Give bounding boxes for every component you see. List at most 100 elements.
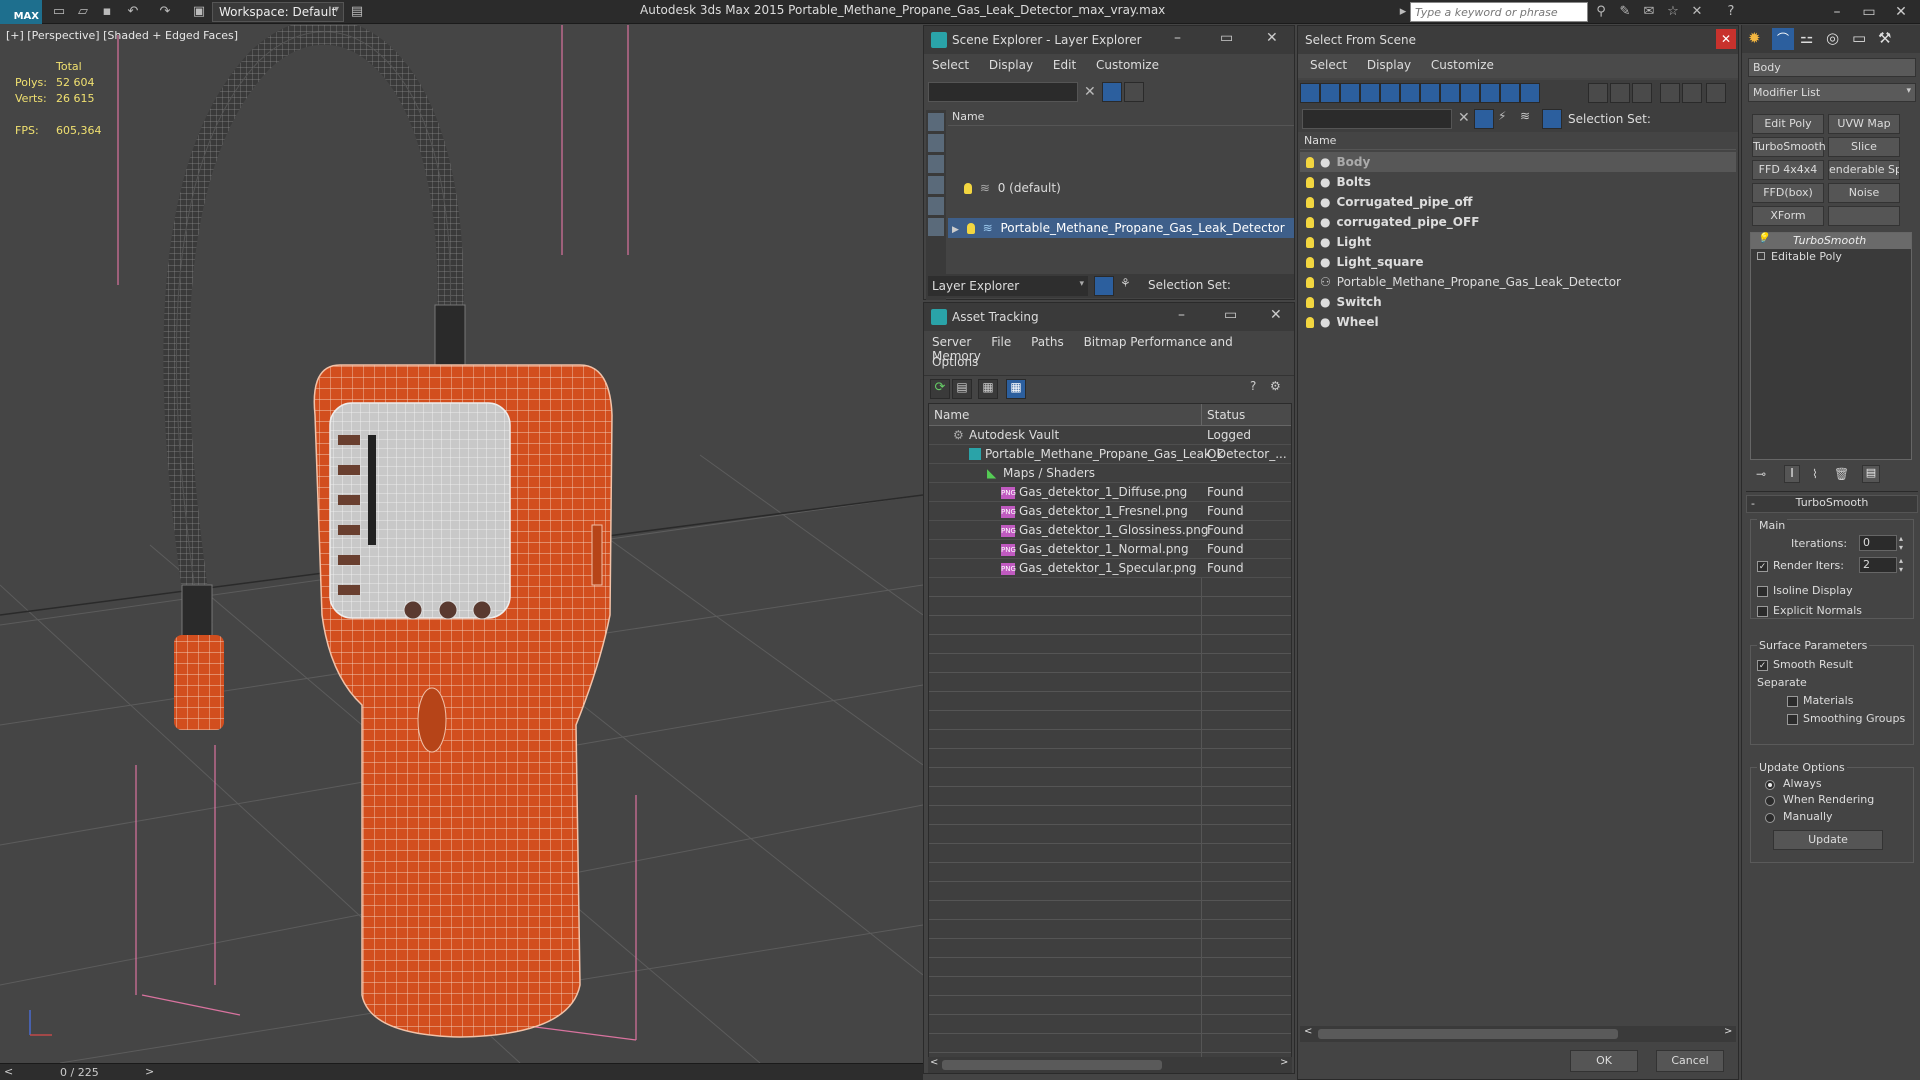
- manually-radio[interactable]: [1765, 813, 1775, 823]
- explorer-column-header[interactable]: Name: [948, 110, 1294, 126]
- asset-hscrollbar[interactable]: < >: [928, 1057, 1292, 1073]
- filter-spacewarps-icon[interactable]: [1400, 83, 1420, 103]
- minimize-icon[interactable]: –: [1178, 307, 1185, 323]
- render-iters-spinner[interactable]: 2: [1859, 557, 1897, 573]
- asset-row[interactable]: PNG Gas_detektor_1_Glossiness.png Found: [929, 521, 1291, 540]
- lightbulb-icon[interactable]: [1306, 177, 1314, 188]
- toolbar-expand-icon[interactable]: ▤: [348, 3, 366, 21]
- collapse-rollout-icon[interactable]: -: [1751, 497, 1755, 510]
- workspace-dropdown[interactable]: Workspace: Default ▾: [212, 2, 344, 22]
- time-next-icon[interactable]: >: [145, 1065, 154, 1078]
- object-row[interactable]: ⚇ Portable_Methane_Propane_Gas_Leak_Detec…: [1300, 272, 1736, 292]
- select-from-scene-titlebar[interactable]: Select From Scene ✕: [1298, 26, 1738, 54]
- project-folder-icon[interactable]: ▣: [190, 3, 208, 21]
- lightbulb-icon[interactable]: [1306, 257, 1314, 268]
- time-prev-icon[interactable]: <: [4, 1065, 13, 1078]
- asset-row[interactable]: PNG Gas_detektor_1_Normal.png Found: [929, 540, 1291, 559]
- when-rendering-radio[interactable]: [1765, 796, 1775, 806]
- menu-edit[interactable]: Edit: [1053, 58, 1076, 72]
- sort-filter-icon[interactable]: [1660, 83, 1680, 103]
- menu-server[interactable]: Server: [932, 335, 971, 349]
- grid-view-icon[interactable]: ▦: [1006, 379, 1026, 399]
- col-status[interactable]: Status: [1207, 408, 1245, 422]
- asset-row[interactable]: PNG Gas_detektor_1_Specular.png Found: [929, 559, 1291, 578]
- filter-geometry-icon[interactable]: [1300, 83, 1320, 103]
- make-unique-icon[interactable]: ⌇: [1812, 467, 1818, 481]
- show-end-result-icon[interactable]: I: [1784, 465, 1800, 483]
- lightbulb-icon[interactable]: [964, 183, 972, 194]
- motion-tab-icon[interactable]: ◎: [1826, 29, 1839, 47]
- display-spacewarps-icon[interactable]: [928, 218, 944, 236]
- subscription-icon[interactable]: ✎: [1616, 3, 1634, 21]
- scroll-right-icon[interactable]: >: [1724, 1026, 1732, 1037]
- maximize-icon[interactable]: ▭: [1224, 307, 1237, 323]
- configure-sets-icon[interactable]: ▤: [1862, 465, 1880, 483]
- filter-bones-icon[interactable]: [1460, 83, 1480, 103]
- find-input[interactable]: [928, 82, 1078, 102]
- isoline-checkbox[interactable]: [1757, 585, 1768, 597]
- menu-paths[interactable]: Paths: [1031, 335, 1064, 349]
- ffd-4x4x4-button[interactable]: FFD 4x4x4: [1752, 160, 1824, 180]
- hierarchy-icon[interactable]: ⚘: [1120, 276, 1131, 290]
- empty-modifier-button[interactable]: [1828, 206, 1900, 226]
- pin-stack-icon[interactable]: ⊸: [1756, 467, 1766, 481]
- maximize-icon[interactable]: ▭: [1220, 30, 1233, 46]
- filter-helpers-icon[interactable]: [1380, 83, 1400, 103]
- layer-stack-icon[interactable]: ≋: [1520, 109, 1530, 123]
- lightbulb-icon[interactable]: [1306, 197, 1314, 208]
- object-row[interactable]: ● corrugated_pipe_OFF: [1300, 212, 1736, 232]
- lightbulb-icon[interactable]: [966, 223, 975, 234]
- filter-hidden-icon[interactable]: [1520, 83, 1540, 103]
- save-icon[interactable]: ▪: [98, 3, 116, 21]
- noise-button[interactable]: Noise: [1828, 183, 1900, 203]
- asset-row[interactable]: Portable_Methane_Propane_Gas_Leak_Detect…: [929, 445, 1291, 464]
- tree-view-icon[interactable]: ▦: [978, 379, 998, 399]
- stack-item-turbosmooth[interactable]: 💡 TurboSmooth: [1751, 233, 1911, 249]
- scroll-thumb[interactable]: [942, 1060, 1162, 1070]
- menu-options[interactable]: Options: [932, 355, 978, 369]
- lightbulb-icon[interactable]: [1306, 157, 1314, 168]
- filter-cameras-icon[interactable]: [1360, 83, 1380, 103]
- menu-customize[interactable]: Customize: [1096, 58, 1159, 72]
- help-icon[interactable]: ?: [1250, 379, 1256, 393]
- time-slider[interactable]: < 0 / 225 >: [0, 1063, 923, 1080]
- lightbulb-icon[interactable]: [1306, 277, 1314, 288]
- clear-icon[interactable]: ✕: [1084, 84, 1096, 100]
- ok-button[interactable]: OK: [1570, 1050, 1638, 1072]
- minimize-button[interactable]: –: [1822, 2, 1852, 22]
- filter-lights-icon[interactable]: [1340, 83, 1360, 103]
- layer-row-selected[interactable]: ▶ ≋ Portable_Methane_Propane_Gas_Leak_De…: [948, 218, 1294, 238]
- search-input[interactable]: Type a keyword or phrase: [1410, 2, 1588, 22]
- hierarchy-icon[interactable]: [1542, 109, 1562, 129]
- hierarchy-tab-icon[interactable]: ⚍: [1800, 29, 1813, 47]
- select-invert-icon[interactable]: [1632, 83, 1652, 103]
- object-row[interactable]: ● Switch: [1300, 292, 1736, 312]
- lightbulb-icon[interactable]: [1306, 297, 1314, 308]
- render-iters-checkbox[interactable]: ✓: [1757, 560, 1768, 572]
- smoothing-groups-checkbox[interactable]: [1787, 713, 1798, 725]
- object-row[interactable]: ● Wheel: [1300, 312, 1736, 332]
- turbosmooth-rollout-header[interactable]: - TurboSmooth: [1746, 495, 1918, 513]
- stack-item-editable-poly[interactable]: Editable Poly: [1751, 249, 1911, 265]
- open-file-icon[interactable]: ▱: [74, 3, 92, 21]
- scroll-thumb[interactable]: [1318, 1029, 1618, 1039]
- materials-checkbox[interactable]: [1787, 695, 1798, 707]
- display-lights-icon[interactable]: [928, 155, 944, 173]
- filter-xrefs-icon[interactable]: [1440, 83, 1460, 103]
- spinner-arrows-icon[interactable]: ▴ ▾: [1899, 556, 1903, 574]
- menu-display[interactable]: Display: [989, 58, 1033, 72]
- explorer-mode-dropdown[interactable]: Layer Explorer ▾: [928, 276, 1088, 296]
- favorites-icon[interactable]: ☆: [1664, 3, 1682, 21]
- display-shapes-icon[interactable]: [928, 134, 944, 152]
- edit-poly-button[interactable]: Edit Poly: [1752, 114, 1824, 134]
- turbosmooth-button[interactable]: TurboSmooth: [1752, 137, 1826, 157]
- asset-row[interactable]: ◣ Maps / Shaders: [929, 464, 1291, 483]
- menu-select[interactable]: Select: [1310, 58, 1347, 72]
- close-icon[interactable]: ✕: [1266, 30, 1278, 46]
- smooth-result-checkbox[interactable]: ✓: [1757, 659, 1768, 671]
- redo-icon[interactable]: ↷: [156, 3, 174, 21]
- xform-button[interactable]: XForm: [1752, 206, 1824, 226]
- uvw-map-button[interactable]: UVW Map: [1828, 114, 1900, 134]
- slice-button[interactable]: Slice: [1828, 137, 1900, 157]
- object-row[interactable]: ● Light_square: [1300, 252, 1736, 272]
